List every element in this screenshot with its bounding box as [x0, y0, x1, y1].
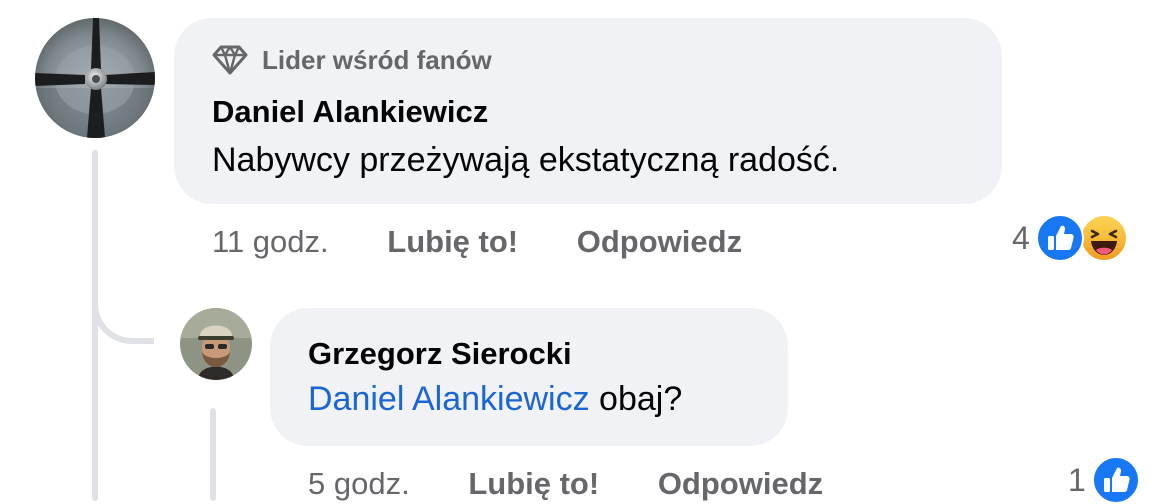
- comment-reply-button[interactable]: Odpowiedz: [577, 224, 742, 259]
- reply-meta-row: 5 godz. Lubię to! Odpowiedz: [308, 466, 823, 502]
- comment-timestamp[interactable]: 11 godz.: [212, 224, 329, 259]
- reply-reaction-count: 1: [1068, 461, 1086, 498]
- thread-line-main: [92, 150, 98, 501]
- top-fan-badge: Lider wśród fanów: [212, 44, 492, 76]
- comment-reactions[interactable]: 4: [1012, 214, 1128, 262]
- reply-like-button[interactable]: Lubię to!: [468, 466, 599, 501]
- badge-label: Lider wśród fanów: [262, 44, 492, 75]
- avatar-grzegorz[interactable]: [180, 308, 252, 380]
- thread-line-reply: [210, 408, 216, 501]
- comment-like-button[interactable]: Lubię to!: [387, 224, 518, 259]
- propeller-image: [35, 18, 155, 138]
- person-photo: [180, 308, 252, 380]
- like-icon: [1035, 214, 1084, 262]
- comment-text: Nabywcy przeżywają ekstatyczną radość.: [212, 141, 840, 179]
- reply-timestamp[interactable]: 5 godz.: [308, 466, 410, 501]
- reply-text-line: Daniel Alankiewicz obaj?: [308, 380, 682, 419]
- reply-mention-link[interactable]: Daniel Alankiewicz: [308, 380, 590, 418]
- diamond-icon: [212, 45, 248, 75]
- reply-author-name[interactable]: Grzegorz Sierocki: [308, 336, 572, 372]
- avatar-daniel[interactable]: [35, 18, 155, 138]
- laugh-icon: [1079, 214, 1128, 262]
- reply-reactions[interactable]: 1: [1068, 456, 1140, 504]
- reply-text: obaj?: [599, 380, 683, 418]
- thread-connector-curve: [92, 270, 154, 344]
- reaction-count: 4: [1012, 219, 1030, 256]
- comment-meta-row: 11 godz. Lubię to! Odpowiedz: [212, 224, 742, 260]
- reply-bubble[interactable]: [270, 308, 788, 446]
- comment-author-name[interactable]: Daniel Alankiewicz: [212, 94, 488, 130]
- like-icon: [1091, 456, 1140, 504]
- reply-reply-button[interactable]: Odpowiedz: [658, 466, 823, 501]
